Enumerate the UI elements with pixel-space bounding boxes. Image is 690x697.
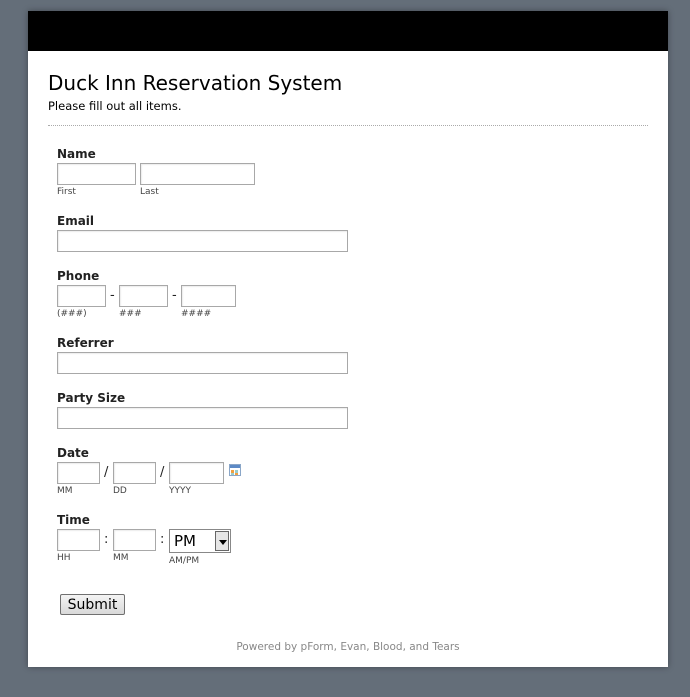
party-size-label: Party Size (57, 391, 126, 405)
calendar-icon[interactable] (229, 464, 241, 476)
date-separator: / (104, 465, 109, 480)
time-label: Time (57, 513, 90, 527)
chevron-down-icon[interactable] (215, 531, 229, 551)
last-name-input[interactable] (140, 163, 255, 185)
date-label: Date (57, 446, 89, 460)
date-month-input[interactable] (57, 462, 100, 484)
top-bar (28, 11, 668, 51)
time-separator: : (104, 532, 109, 547)
date-separator: / (160, 465, 165, 480)
email-label: Email (57, 214, 95, 228)
phone-area-hint: (###) (57, 309, 87, 319)
ampm-select[interactable]: PM (169, 529, 231, 553)
phone-separator: - (110, 288, 115, 303)
date-year-input[interactable] (169, 462, 224, 484)
date-day-input[interactable] (113, 462, 156, 484)
phone-line-hint: #### (181, 309, 212, 319)
first-name-input[interactable] (57, 163, 136, 185)
time-separator: : (160, 532, 165, 547)
divider (48, 125, 648, 126)
page-subtitle: Please fill out all items. (48, 99, 182, 113)
time-hour-input[interactable] (57, 529, 100, 551)
phone-line-input[interactable] (181, 285, 236, 307)
first-name-hint: First (57, 187, 76, 197)
email-input[interactable] (57, 230, 348, 252)
submit-button[interactable]: Submit (60, 594, 125, 615)
phone-separator: - (172, 288, 177, 303)
ampm-selected-value: PM (174, 532, 196, 550)
time-minute-hint: MM (113, 553, 129, 563)
footer-credit: Powered by pForm, Evan, Blood, and Tears (236, 641, 460, 653)
form-panel: Duck Inn Reservation System Please fill … (28, 11, 668, 667)
time-hour-hint: HH (57, 553, 71, 563)
time-ampm-hint: AM/PM (169, 556, 200, 566)
last-name-hint: Last (140, 187, 159, 197)
date-month-hint: MM (57, 486, 73, 496)
name-label: Name (57, 147, 96, 161)
phone-label: Phone (57, 269, 100, 283)
phone-prefix-input[interactable] (119, 285, 168, 307)
date-year-hint: YYYY (169, 486, 191, 496)
time-minute-input[interactable] (113, 529, 156, 551)
referrer-label: Referrer (57, 336, 114, 350)
referrer-input[interactable] (57, 352, 348, 374)
party-size-input[interactable] (57, 407, 348, 429)
phone-area-code-input[interactable] (57, 285, 106, 307)
page-title: Duck Inn Reservation System (48, 71, 343, 95)
phone-prefix-hint: ### (119, 309, 142, 319)
date-day-hint: DD (113, 486, 127, 496)
